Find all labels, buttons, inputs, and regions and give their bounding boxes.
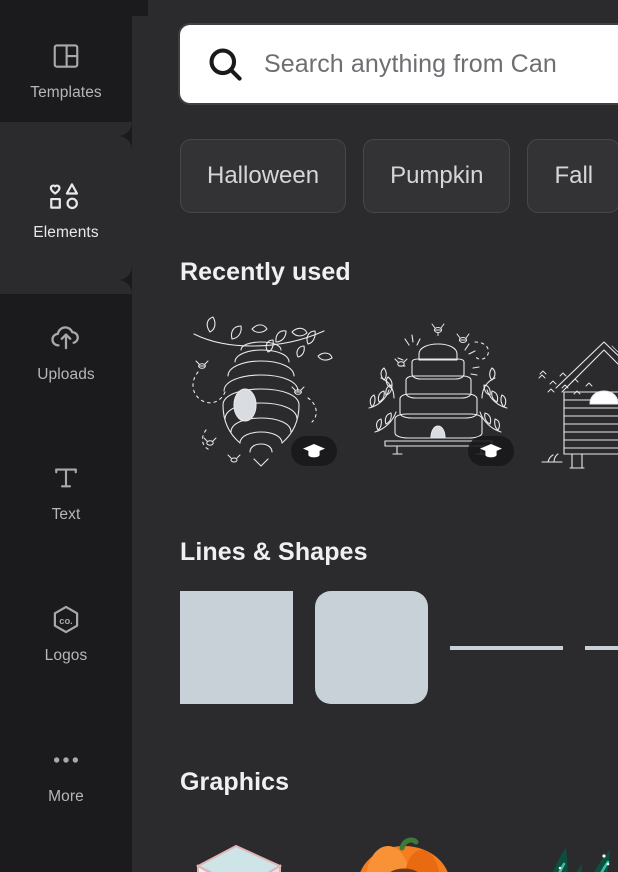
shape-line-1[interactable]	[450, 645, 563, 650]
sidebar-item-label: Templates	[30, 84, 102, 102]
logo-hexagon-icon: co.	[44, 597, 88, 641]
shape-line-2[interactable]	[585, 645, 618, 650]
recently-used-item-bee-house[interactable]	[534, 312, 618, 472]
chip-label: Fall	[554, 162, 594, 189]
chip-label: Pumpkin	[390, 162, 484, 189]
sidebar-item-more[interactable]: More	[0, 702, 132, 842]
section-title-graphics: Graphics	[180, 768, 290, 796]
recently-used-row	[180, 312, 618, 472]
chip-halloween[interactable]: Halloween	[180, 139, 347, 213]
sidebar-item-logos[interactable]: co. Logos	[0, 560, 132, 702]
recently-used-item-beehive-branch[interactable]	[180, 312, 343, 472]
canva-editor-panel: Templates Elements Uploads Text co. Logo…	[0, 0, 618, 872]
chip-pumpkin[interactable]: Pumpkin	[363, 139, 511, 213]
graduation-cap-badge	[468, 436, 514, 466]
sidebar-item-text[interactable]: Text	[0, 420, 132, 560]
sidebar-item-label: Text	[51, 506, 81, 524]
graphics-item-pumpkin[interactable]	[344, 822, 464, 872]
suggested-search-chips: Halloween Pumpkin Fall	[180, 139, 618, 213]
chip-fall[interactable]: Fall	[527, 139, 618, 213]
pumpkin-illustration	[360, 837, 448, 872]
graphics-row	[180, 822, 618, 872]
graduation-cap-icon	[303, 444, 325, 458]
plant-leaves-illustration	[553, 848, 610, 872]
chip-label: Halloween	[207, 162, 320, 189]
sidebar-item-label: More	[48, 788, 84, 806]
sidebar-item-templates[interactable]: Templates	[0, 0, 132, 136]
lines-and-shapes-row	[180, 591, 618, 704]
shape-square[interactable]	[180, 591, 293, 704]
ellipsis-icon	[44, 738, 88, 782]
shape-rounded-square[interactable]	[315, 591, 428, 704]
templates-icon	[44, 34, 88, 78]
sidebar-item-label: Uploads	[37, 366, 95, 384]
upload-cloud-icon	[44, 316, 88, 360]
elements-icon	[44, 174, 88, 218]
sidebar-item-label: Logos	[44, 647, 88, 665]
section-title-lines-and-shapes: Lines & Shapes	[180, 538, 368, 566]
left-sidebar: Templates Elements Uploads Text co. Logo…	[0, 0, 132, 872]
sidebar-item-elements[interactable]: Elements	[0, 136, 132, 280]
section-title-recently-used: Recently used	[180, 258, 351, 286]
text-t-icon	[44, 456, 88, 500]
graduation-cap-icon	[480, 444, 502, 458]
sidebar-item-label: Elements	[33, 224, 99, 242]
search-icon	[206, 45, 244, 83]
graphics-item-plant[interactable]	[508, 822, 618, 872]
graduation-cap-badge	[291, 436, 337, 466]
sidebar-item-uploads[interactable]: Uploads	[0, 280, 132, 420]
svg-text:co.: co.	[59, 616, 72, 626]
search-input[interactable]: Search anything from Can	[180, 25, 618, 103]
bee-house-illustration	[538, 341, 618, 469]
elements-panel: Search anything from Can Halloween Pumpk…	[132, 0, 618, 872]
books-illustration	[195, 844, 283, 872]
recently-used-item-beehive-botanical[interactable]	[357, 312, 520, 472]
search-placeholder: Search anything from Can	[264, 49, 557, 78]
graphics-item-books[interactable]	[180, 822, 300, 872]
